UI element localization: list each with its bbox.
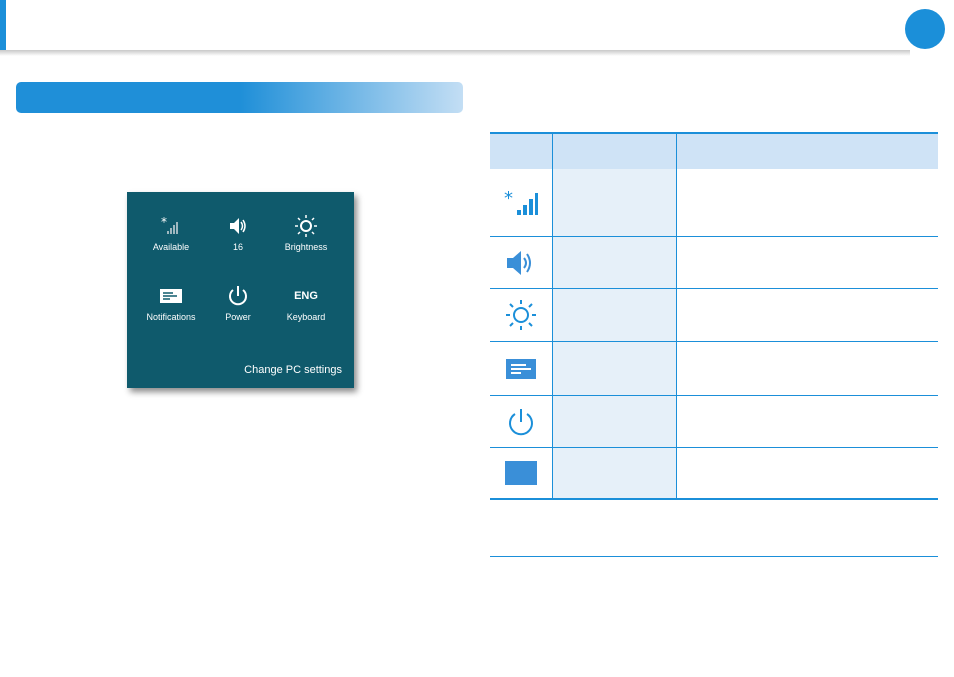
- note-divider: [490, 556, 938, 557]
- tile-volume[interactable]: 16: [203, 212, 273, 252]
- tile-label: Brightness: [284, 242, 328, 252]
- tile-label: Notifications: [146, 312, 196, 322]
- svg-text:*: *: [504, 190, 513, 209]
- keyboard-language-icon: ENG: [294, 290, 318, 302]
- keyboard-icon: [505, 461, 537, 485]
- power-icon: [203, 282, 273, 310]
- tile-notifications[interactable]: Notifications: [136, 282, 206, 322]
- table-row: [490, 396, 938, 448]
- change-pc-settings-link[interactable]: Change PC settings: [244, 364, 342, 376]
- tile-power[interactable]: Power: [203, 282, 273, 322]
- header-accent-bar: [0, 0, 6, 50]
- wifi-available-icon: *: [136, 212, 206, 240]
- network-icon: *: [504, 190, 538, 215]
- table-row: [490, 448, 938, 498]
- brightness-icon: [271, 212, 341, 240]
- table-row: [490, 237, 938, 289]
- tile-keyboard[interactable]: ENG Keyboard: [271, 282, 341, 322]
- volume-icon: [203, 212, 273, 240]
- settings-panel: * Available 16 Brightness Notifications …: [127, 192, 354, 388]
- brightness-icon: [506, 300, 536, 330]
- notifications-icon: [506, 358, 536, 379]
- tile-label: Power: [225, 312, 251, 322]
- table-bottom-border: [490, 498, 938, 500]
- table-header: [490, 134, 938, 169]
- table-row: [490, 342, 938, 396]
- header-divider: [0, 50, 910, 56]
- page-number-badge: [905, 9, 945, 49]
- table-row: [490, 289, 938, 342]
- section-title-bar: [16, 82, 463, 113]
- table-row: *: [490, 169, 938, 237]
- tile-brightness[interactable]: Brightness: [271, 212, 341, 252]
- power-icon: [509, 408, 533, 435]
- svg-text:*: *: [161, 216, 167, 229]
- volume-icon: [507, 250, 531, 275]
- tile-network[interactable]: * Available: [136, 212, 206, 252]
- tile-label: Available: [152, 242, 190, 252]
- notifications-icon: [136, 282, 206, 310]
- tile-label: 16: [232, 242, 243, 252]
- tile-label: Keyboard: [286, 312, 326, 322]
